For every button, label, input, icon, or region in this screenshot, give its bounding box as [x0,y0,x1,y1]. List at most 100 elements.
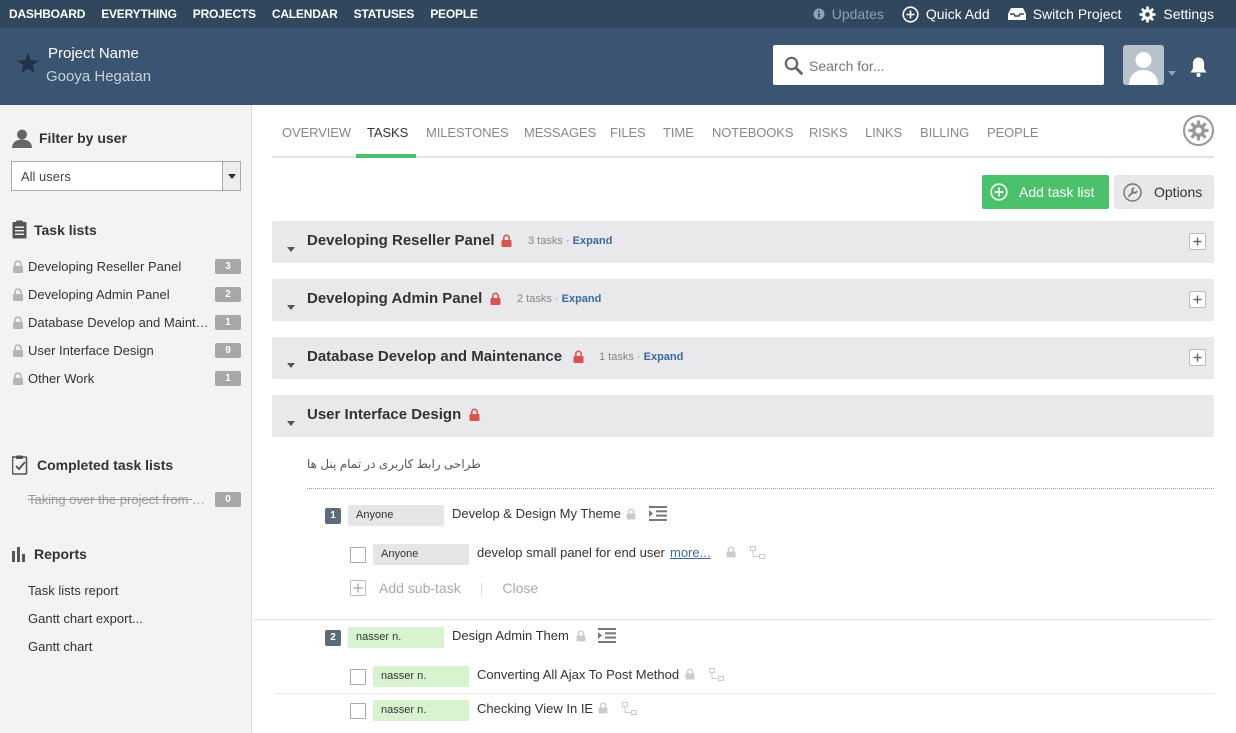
task-list-title[interactable]: Database Develop and Maintenance [307,348,562,365]
subtask-title[interactable]: Converting All Ajax To Post Method [477,667,679,682]
expand-link[interactable]: Expand [562,293,602,305]
top-actions: Updates Quick Add Switch Project Setting… [795,0,1214,28]
divider [253,619,1214,620]
switch-project-label: Switch Project [1032,6,1122,22]
reports-nav: Task lists report Gantt chart export... … [12,576,242,660]
task-list-title[interactable]: User Interface Design [307,406,461,423]
subtask-list-icon[interactable] [649,506,667,521]
assignee-selector[interactable]: nasser n. [373,700,469,721]
filter-title: Filter by user [39,130,127,146]
nav-calendar[interactable]: CALENDAR [272,7,338,21]
expand-link[interactable]: Expand [644,351,684,363]
assignee-selector[interactable]: Anyone [348,505,444,526]
completed-item[interactable]: Taking over the project from previous te… [12,485,242,513]
nav-everything[interactable]: EVERYTHING [101,7,177,21]
star-icon[interactable] [16,52,40,80]
tab-people[interactable]: PEOPLE [987,125,1039,140]
search-input[interactable] [809,55,1089,77]
sidebar: Filter by user All users Task lists Deve… [0,105,252,733]
task-list-admin-panel[interactable]: Developing Admin Panel 2 tasks · Expand [272,279,1214,321]
report-gantt-export[interactable]: Gantt chart export... [12,604,242,632]
nav-statuses[interactable]: STATUSES [354,7,415,21]
quick-add-link[interactable]: Quick Add [902,5,990,23]
completed-title: Completed task lists [37,457,174,473]
add-subtask-icon[interactable] [350,580,366,596]
task-checkbox[interactable] [350,669,366,685]
add-task-list-button[interactable]: Add task list [982,175,1109,209]
tab-time[interactable]: TIME [663,125,694,140]
project-header: Project Name Gooya Hegatan [0,28,1236,105]
sidebar-item-reseller-panel[interactable]: Developing Reseller Panel 3 [12,252,242,280]
tab-files[interactable]: FILES [610,125,646,140]
sidebar-item-other-work[interactable]: Other Work 1 [12,364,242,392]
report-task-lists[interactable]: Task lists report [12,576,242,604]
task-list-ui-design[interactable]: User Interface Design [272,395,1214,437]
caret-down-icon[interactable] [287,355,295,373]
sidebar-item-admin-panel[interactable]: Developing Admin Panel 2 [12,280,242,308]
expand-link[interactable]: Expand [573,235,613,247]
subtask-title[interactable]: develop small panel for end user [477,545,665,560]
more-link[interactable]: more... [670,545,710,560]
add-task-button[interactable] [1189,349,1206,366]
sidebar-item-database[interactable]: Database Develop and Maintenance 1 [12,308,242,336]
company-name[interactable]: Gooya Hegatan [46,68,151,85]
bell-icon[interactable] [1189,56,1208,83]
lock-icon [12,315,24,329]
report-gantt-chart[interactable]: Gantt chart [12,632,242,660]
add-task-button[interactable] [1189,291,1206,308]
task-checkbox[interactable] [350,703,366,719]
search-icon [784,56,803,80]
add-task-button[interactable] [1189,233,1206,250]
options-button[interactable]: Options [1114,175,1214,209]
subtask-list-icon[interactable] [598,628,616,643]
caret-down-icon[interactable] [287,413,295,431]
nav-dashboard[interactable]: DASHBOARD [9,7,85,21]
task-list-reseller-panel[interactable]: Developing Reseller Panel 3 tasks · Expa… [272,221,1214,263]
assignee-selector[interactable]: Anyone [373,544,469,565]
dependency-icon[interactable] [709,668,724,681]
updates-label: Updates [831,6,884,22]
dependency-icon[interactable] [622,702,637,715]
caret-down-icon[interactable] [287,239,295,257]
task-list-title[interactable]: Developing Reseller Panel [307,232,495,249]
clipboard-icon [12,220,27,239]
select-arrow[interactable] [222,162,240,190]
tab-tasks[interactable]: TASKS [367,125,408,140]
count-badge: 3 [215,259,241,274]
updates-link[interactable]: Updates [813,6,884,22]
user-filter-value: All users [21,169,71,184]
close-link[interactable]: Close [502,580,538,596]
nav-people[interactable]: PEOPLE [430,7,478,21]
tab-links[interactable]: LINKS [865,125,902,140]
switch-project-link[interactable]: Switch Project [1007,6,1122,22]
nav-projects[interactable]: PROJECTS [193,7,256,21]
completed-lists-nav: Taking over the project from previous te… [12,485,242,513]
assignee-selector[interactable]: nasser n. [348,627,444,648]
sidebar-item-ui-design[interactable]: User Interface Design 9 [12,336,242,364]
tab-milestones[interactable]: MILESTONES [426,125,509,140]
task-lists-heading: Task lists [12,220,97,239]
count-badge: 1 [215,371,241,386]
tab-risks[interactable]: RISKS [809,125,848,140]
project-settings-button[interactable] [1183,115,1214,146]
user-filter-select[interactable]: All users [11,161,241,191]
task-list-title[interactable]: Developing Admin Panel [307,290,482,307]
assignee-selector[interactable]: nasser n. [373,666,469,687]
chevron-down-icon[interactable] [1168,63,1176,81]
task-checkbox[interactable] [350,547,366,563]
bar-chart-icon [12,546,27,562]
dependency-icon[interactable] [750,546,765,559]
separator: | [479,580,484,596]
add-subtask-link[interactable]: Add sub-task [379,580,461,596]
task-title[interactable]: Design Admin Them [452,628,569,643]
tab-overview[interactable]: OVERVIEW [282,125,351,140]
subtask-title[interactable]: Checking View In IE [477,701,593,716]
avatar[interactable] [1123,45,1164,85]
tab-billing[interactable]: BILLING [920,125,969,140]
tab-notebooks[interactable]: NOTEBOOKS [712,125,794,140]
task-title[interactable]: Develop & Design My Theme [452,506,621,521]
settings-link[interactable]: Settings [1139,6,1214,23]
task-list-database[interactable]: Database Develop and Maintenance 1 tasks… [272,337,1214,379]
caret-down-icon[interactable] [287,297,295,315]
tab-messages[interactable]: MESSAGES [524,125,596,140]
